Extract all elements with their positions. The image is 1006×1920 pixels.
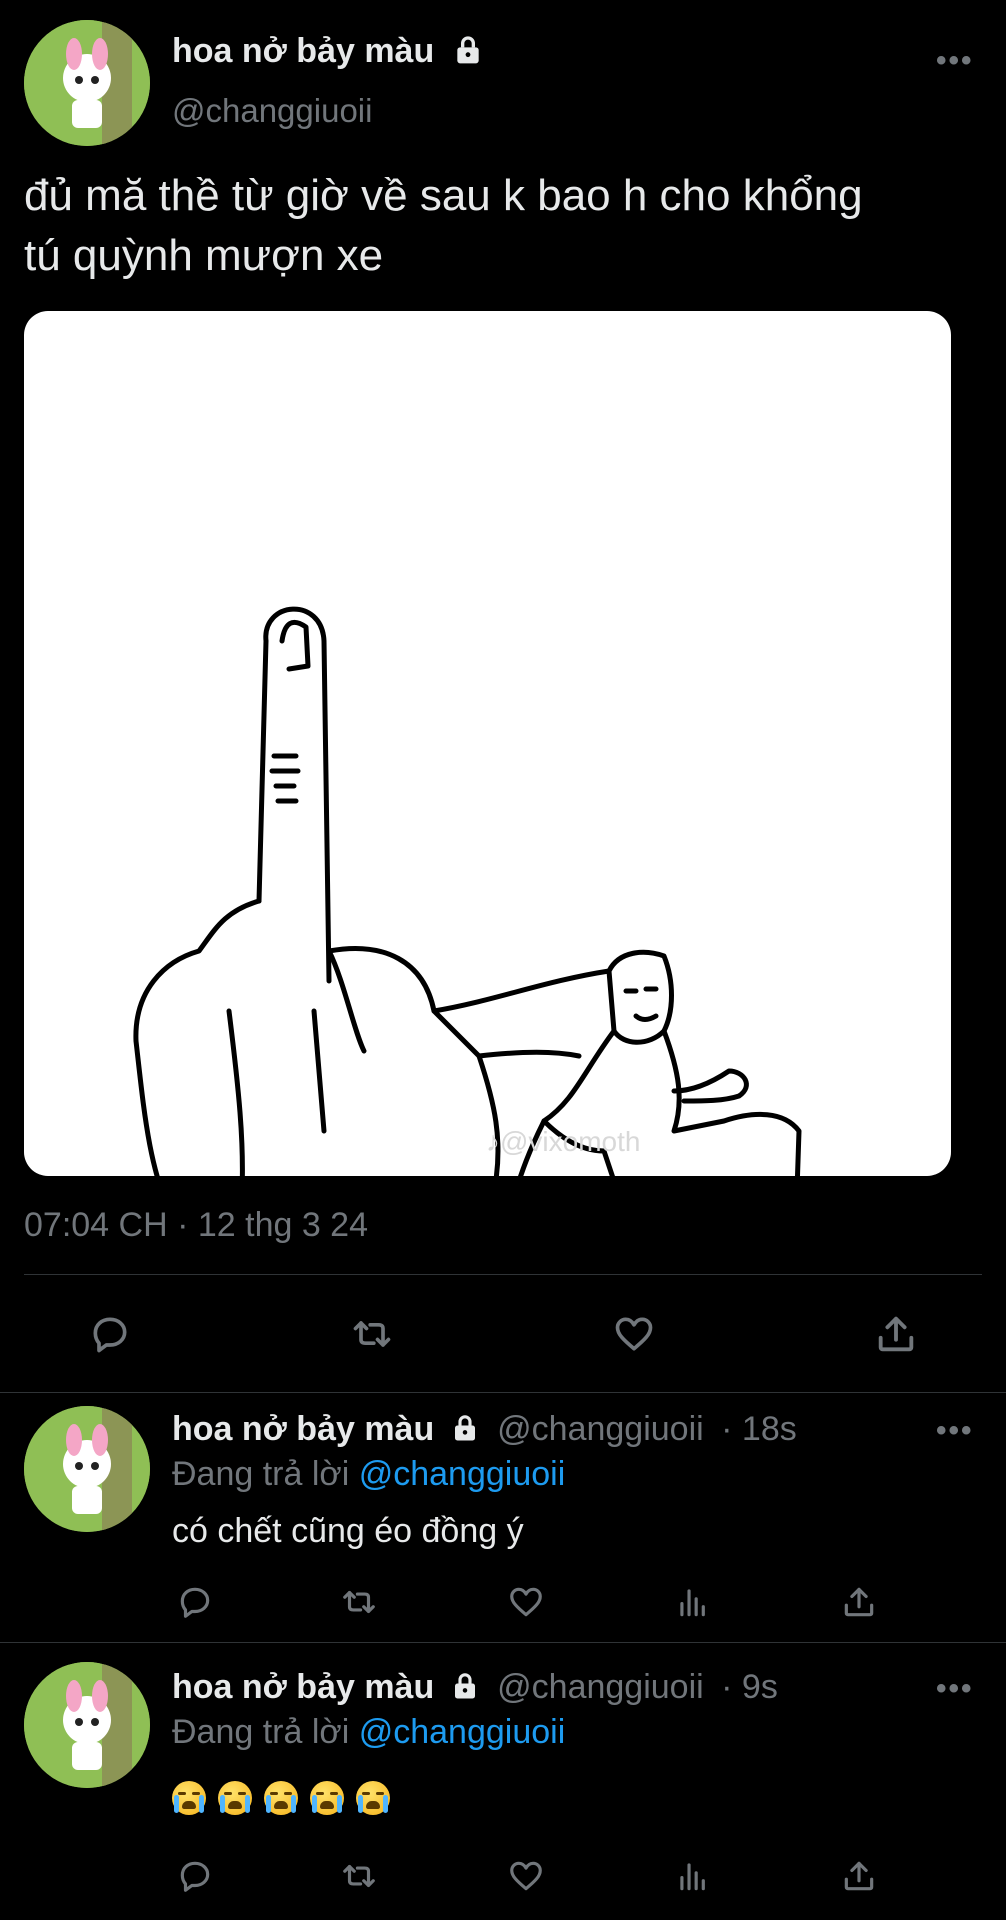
reply-header: hoa nở bảy màu @changgiuoii · 18s — [172, 1410, 797, 1449]
tweet-text-line: tú quỳnh mượn xe — [24, 231, 384, 280]
reply-button[interactable] — [170, 1854, 220, 1898]
avatar-image — [24, 1662, 150, 1788]
avatar-image — [24, 1406, 150, 1532]
share-button[interactable] — [834, 1854, 884, 1898]
divider — [24, 1274, 982, 1275]
reply-button[interactable] — [78, 1306, 142, 1362]
retweet-button[interactable] — [334, 1854, 384, 1898]
reply-icon — [180, 1587, 210, 1618]
like-button[interactable] — [501, 1580, 551, 1624]
reply-header: hoa nở bảy màu @changgiuoii · 9s — [172, 1668, 778, 1707]
divider — [0, 1392, 1006, 1393]
lock-icon — [454, 1673, 475, 1699]
more-horizontal-icon[interactable]: ••• — [936, 44, 974, 78]
lock-icon — [454, 1415, 475, 1441]
replying-to-prefix: Đang trả lời — [172, 1713, 350, 1751]
retweet-button[interactable] — [334, 1580, 384, 1624]
image-watermark: ♪@vixomoth — [486, 1126, 641, 1157]
loudly-crying-face-icon — [356, 1781, 390, 1815]
retweet-icon — [353, 1321, 391, 1347]
reply-button[interactable] — [170, 1580, 220, 1624]
replying-to-prefix: Đang trả lời — [172, 1455, 350, 1493]
lock-icon — [457, 36, 479, 64]
views-chart-icon — [680, 1589, 705, 1617]
replying-to-link[interactable]: @changgiuoii — [359, 1713, 566, 1751]
more-horizontal-icon[interactable]: ••• — [936, 1414, 974, 1448]
reply-text: có chết cũng éo đồng ý — [172, 1512, 524, 1550]
reply-time[interactable]: · 18s — [721, 1410, 797, 1448]
reply-emoji-row — [172, 1781, 402, 1815]
loudly-crying-face-icon — [310, 1781, 344, 1815]
like-button[interactable] — [602, 1306, 666, 1362]
heart-icon — [510, 1587, 542, 1617]
reply-icon — [180, 1861, 210, 1892]
replying-to: Đang trả lời @changgiuoii — [172, 1713, 565, 1752]
heart-icon — [510, 1861, 542, 1891]
share-button[interactable] — [834, 1580, 884, 1624]
author-name[interactable]: hoa nở bảy màu — [172, 32, 484, 71]
author-name-text: hoa nở bảy màu — [172, 32, 435, 70]
heart-icon — [615, 1317, 653, 1351]
share-icon — [844, 1861, 874, 1891]
reply-icon — [93, 1317, 127, 1353]
reply-author-name[interactable]: hoa nở bảy màu — [172, 1410, 434, 1448]
author-handle[interactable]: @changgiuoii — [172, 92, 372, 130]
share-icon — [844, 1587, 874, 1617]
reply-time[interactable]: · 9s — [721, 1668, 778, 1706]
reply-handle[interactable]: @changgiuoii — [497, 1410, 704, 1448]
retweet-button[interactable] — [340, 1306, 404, 1362]
middle-finger-drawing — [133, 606, 802, 1176]
avatar-image — [24, 20, 150, 146]
loudly-crying-face-icon — [218, 1781, 252, 1815]
replying-to: Đang trả lời @changgiuoii — [172, 1455, 565, 1494]
tweet-text-line: đủ mă thề từ giờ về sau k bao h cho khổn… — [24, 171, 863, 220]
more-horizontal-icon[interactable]: ••• — [936, 1672, 974, 1706]
share-icon — [878, 1316, 914, 1352]
reply-handle[interactable]: @changgiuoii — [497, 1668, 704, 1706]
like-button[interactable] — [501, 1854, 551, 1898]
reply-avatar[interactable] — [24, 1662, 150, 1788]
views-chart-icon — [680, 1863, 705, 1891]
tweet-text: đủ mă thề từ giờ về sau k bao h cho khổn… — [24, 166, 994, 286]
loudly-crying-face-icon — [264, 1781, 298, 1815]
retweet-icon — [343, 1864, 375, 1888]
reply-avatar[interactable] — [24, 1406, 150, 1532]
retweet-icon — [343, 1590, 375, 1614]
divider — [0, 1642, 1006, 1643]
views-button[interactable] — [668, 1580, 718, 1624]
share-button[interactable] — [864, 1306, 928, 1362]
replying-to-link[interactable]: @changgiuoii — [359, 1455, 566, 1493]
loudly-crying-face-icon — [172, 1781, 206, 1815]
views-button[interactable] — [668, 1854, 718, 1898]
tweet-image[interactable]: ♪@vixomoth — [24, 311, 951, 1176]
avatar[interactable] — [24, 20, 150, 146]
tweet-timestamp[interactable]: 07:04 CH · 12 thg 3 24 — [24, 1206, 368, 1245]
reply-author-name[interactable]: hoa nở bảy màu — [172, 1668, 434, 1706]
